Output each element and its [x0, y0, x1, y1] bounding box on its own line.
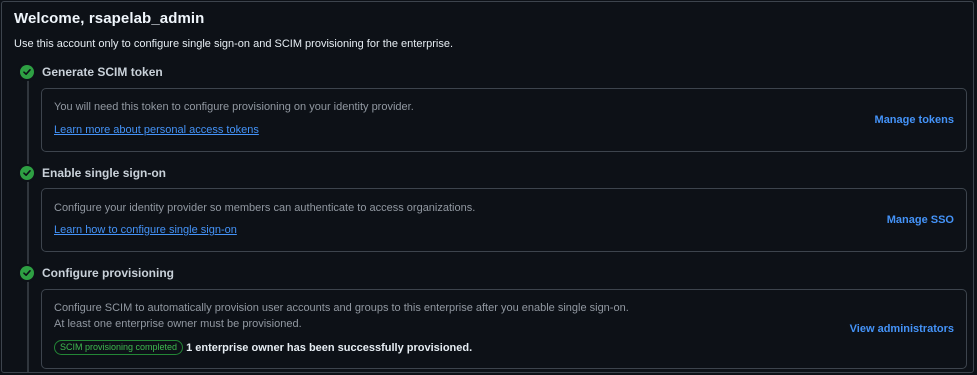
check-circle-icon: [20, 166, 34, 180]
view-administrators-link[interactable]: View administrators: [850, 323, 954, 335]
step-card-provisioning: Configure SCIM to automatically provisio…: [41, 289, 967, 369]
step-description: Configure your identity provider so memb…: [54, 202, 476, 214]
step-description: You will need this token to configure pr…: [54, 101, 414, 113]
step-title-generate-scim-token: Generate SCIM token: [42, 65, 163, 79]
manage-tokens-link[interactable]: Manage tokens: [875, 114, 954, 126]
status-badge: SCIM provisioning completed: [54, 340, 184, 355]
page-title: Welcome, rsapelab_admin: [14, 10, 205, 27]
manage-sso-link[interactable]: Manage SSO: [887, 214, 954, 226]
status-text: 1 enterprise owner has been successfully…: [186, 341, 473, 354]
setup-panel: Welcome, rsapelab_admin Use this account…: [1, 1, 974, 373]
learn-more-tokens-link[interactable]: Learn more about personal access tokens: [54, 124, 259, 136]
step-description: Configure SCIM to automatically provisio…: [54, 302, 629, 314]
step-card-sso: Configure your identity provider so memb…: [41, 188, 967, 252]
step-title-configure-provisioning: Configure provisioning: [42, 266, 174, 280]
step-card-scim-token: You will need this token to configure pr…: [41, 88, 967, 152]
page-subtitle: Use this account only to configure singl…: [14, 38, 454, 50]
timeline-line: [27, 72, 29, 372]
step-title-enable-sso: Enable single sign-on: [42, 166, 167, 180]
step-description-secondary: At least one enterprise owner must be pr…: [54, 318, 302, 330]
provisioning-status: SCIM provisioning completed 1 enterprise…: [54, 340, 472, 355]
check-circle-icon: [20, 65, 34, 79]
check-circle-icon: [20, 266, 34, 280]
learn-configure-sso-link[interactable]: Learn how to configure single sign-on: [54, 224, 237, 236]
